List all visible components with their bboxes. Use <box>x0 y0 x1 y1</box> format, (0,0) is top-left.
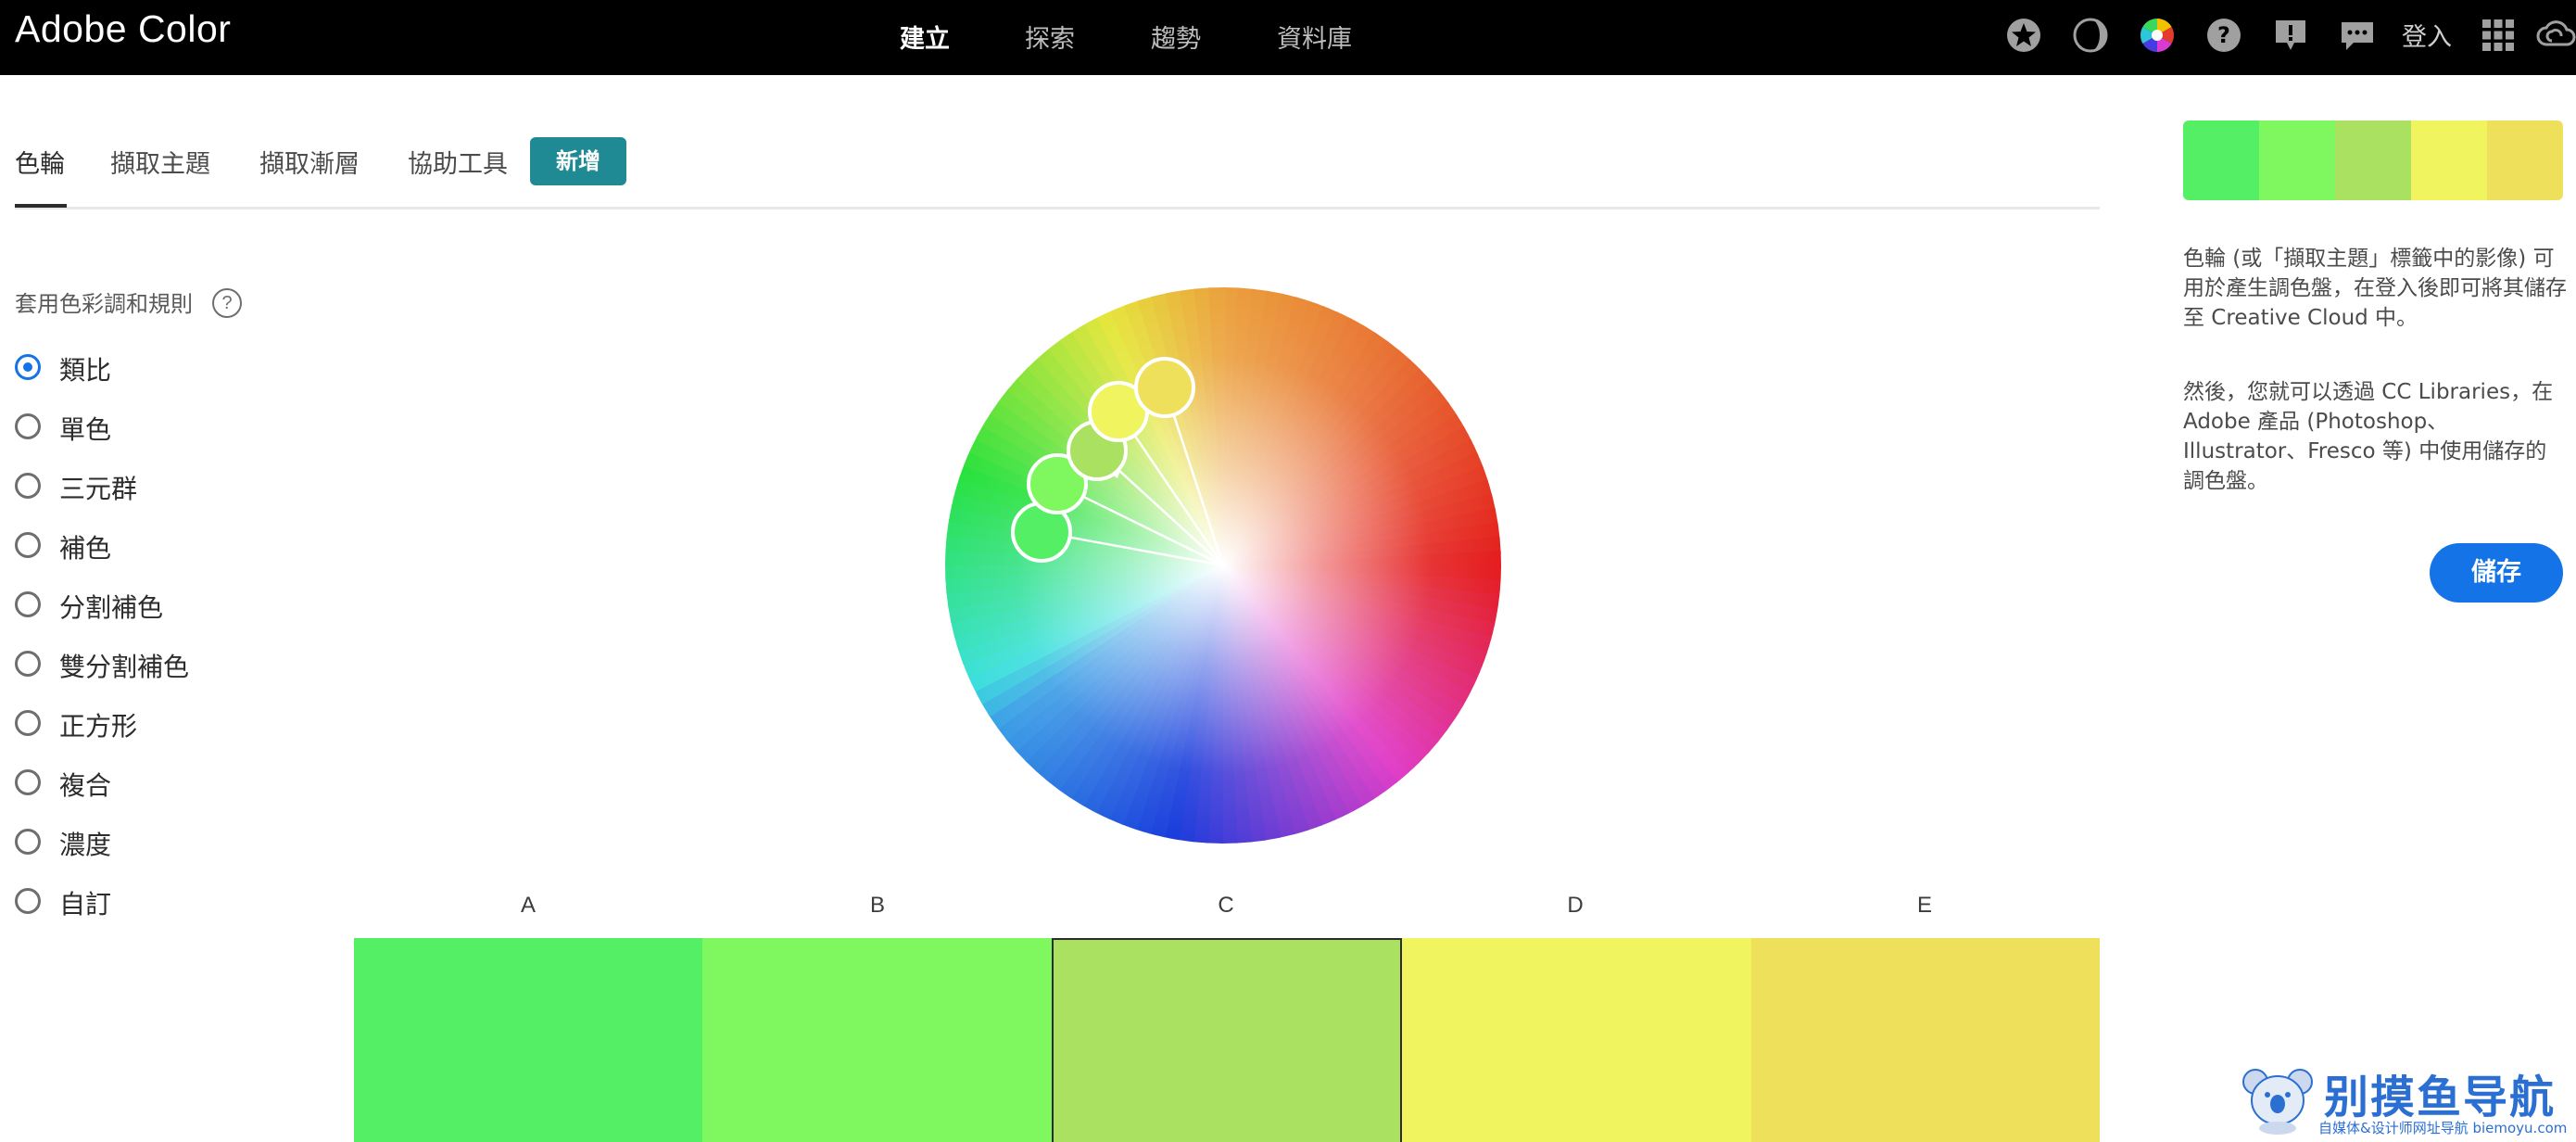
radio-button[interactable] <box>15 829 41 855</box>
rule-label: 複合 <box>59 770 112 801</box>
top-bar: Adobe Color 建立 探索 趨勢 資料庫 ? 登入 <box>0 0 2576 75</box>
nav-explore[interactable]: 探索 <box>1025 19 1075 55</box>
radio-button[interactable] <box>15 710 41 736</box>
harmony-rules-title: 套用色彩調和規則 <box>15 291 193 317</box>
rule-label: 雙分割補色 <box>59 652 190 682</box>
swatch-label-d: D <box>1567 893 1584 918</box>
active-tab-indicator <box>15 204 67 208</box>
swatch-a[interactable] <box>354 938 702 1142</box>
apps-grid-icon[interactable] <box>2480 17 2517 54</box>
help-icon[interactable]: ? <box>2205 17 2242 54</box>
watermark-title: 别摸鱼导航 <box>2324 1072 2557 1123</box>
tab-extract-theme[interactable]: 擷取主題 <box>110 144 210 180</box>
main-nav: 建立 探索 趨勢 資料庫 <box>0 19 2576 56</box>
swatch-b[interactable] <box>702 938 1052 1142</box>
color-handle-e[interactable] <box>1134 357 1195 418</box>
svg-text:?: ? <box>2217 22 2230 48</box>
rule-label: 三元群 <box>59 474 138 504</box>
tab-accessibility-tools[interactable]: 協助工具 <box>408 144 508 180</box>
swatch-label-b: B <box>869 893 885 918</box>
mode-tabs: 色輪 擷取主題 擷取漸層 協助工具 新增 <box>15 137 2100 212</box>
save-button[interactable]: 儲存 <box>2430 543 2563 603</box>
rule-label: 單色 <box>59 414 112 445</box>
koala-watermark-icon <box>2242 1069 2313 1135</box>
info-text-libraries: 然後，您就可以透過 CC Libraries，在 Adobe 產品 (Photo… <box>2183 380 2554 493</box>
rule-label: 濃度 <box>59 830 112 860</box>
watermark-subtitle: 自媒体&设计师网址导航 biemoyu.com <box>2318 1120 2568 1136</box>
palette-preview-cell <box>2335 121 2411 200</box>
radio-button[interactable] <box>15 591 41 617</box>
palette-preview-cell <box>2259 121 2335 200</box>
creative-cloud-icon[interactable] <box>2535 17 2576 54</box>
swatch-d[interactable] <box>1402 938 1751 1142</box>
swatch-label-c: C <box>1218 893 1234 918</box>
radio-button[interactable] <box>15 888 41 914</box>
rule-label: 分割補色 <box>59 592 164 623</box>
radio-button[interactable] <box>15 651 41 677</box>
tab-extract-gradient[interactable]: 擷取漸層 <box>259 144 360 180</box>
rule-label: 正方形 <box>59 711 138 742</box>
radio-button[interactable] <box>15 473 41 499</box>
feedback-icon[interactable] <box>2272 17 2309 54</box>
rule-label: 補色 <box>59 533 112 564</box>
info-text-palette: 色輪 (或「擷取主題」標籤中的影像) 可用於產生調色盤，在登入後即可將其儲存至 … <box>2183 247 2567 330</box>
nav-trends[interactable]: 趨勢 <box>1151 19 1201 55</box>
radio-button[interactable] <box>15 532 41 558</box>
palette-preview-cell <box>2487 121 2563 200</box>
swatch-label-a: A <box>520 893 536 918</box>
swatch-c[interactable] <box>1052 938 1402 1142</box>
wheel-center-point <box>1220 563 1226 568</box>
chat-icon[interactable] <box>2339 17 2376 54</box>
color-wheel-icon[interactable] <box>2139 17 2176 54</box>
star-icon[interactable] <box>2005 17 2042 54</box>
radio-button[interactable] <box>15 769 41 795</box>
tab-divider <box>15 207 2100 209</box>
rule-label: 自訂 <box>59 889 112 920</box>
swatch-label-e: E <box>1916 893 1932 918</box>
nav-library[interactable]: 資料庫 <box>1277 19 1352 55</box>
swatch-e[interactable] <box>1751 938 2100 1142</box>
palette-preview-cell <box>2183 121 2259 200</box>
rules-help-icon[interactable]: ? <box>212 288 242 318</box>
contrast-icon[interactable] <box>2072 17 2109 54</box>
palette-preview-cell <box>2411 121 2487 200</box>
color-wheel[interactable] <box>936 278 1510 853</box>
nav-create[interactable]: 建立 <box>900 19 950 55</box>
login-link[interactable]: 登入 <box>2402 17 2452 53</box>
palette-preview <box>2183 121 2563 200</box>
rule-label: 類比 <box>59 355 112 386</box>
radio-button[interactable] <box>15 354 41 380</box>
radio-button[interactable] <box>15 413 41 439</box>
new-badge: 新增 <box>530 137 626 185</box>
tab-color-wheel[interactable]: 色輪 <box>15 144 65 180</box>
